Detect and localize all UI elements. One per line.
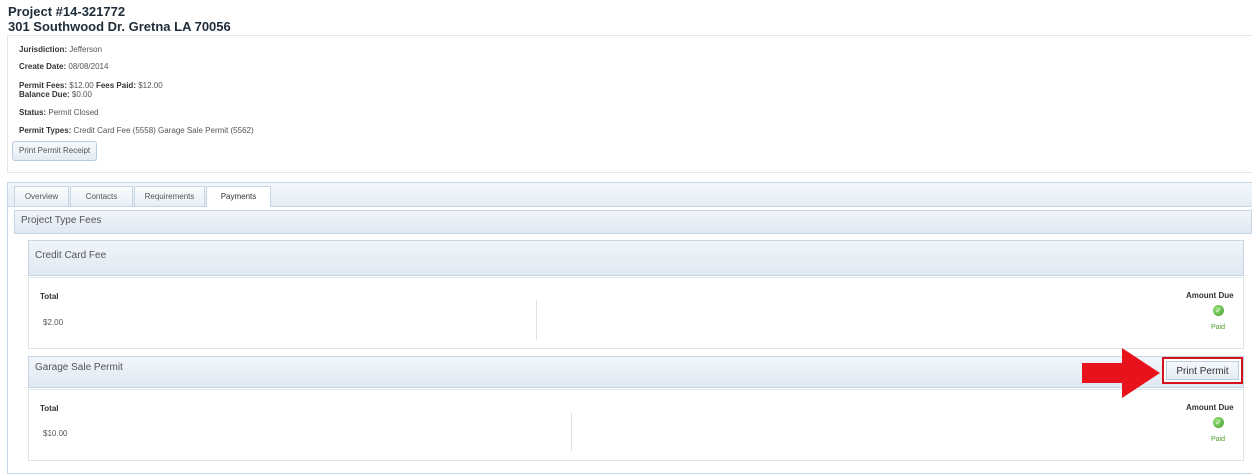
- permit-types-value: Credit Card Fee (5558) Garage Sale Permi…: [73, 126, 254, 135]
- create-date-value: 08/08/2014: [68, 62, 109, 71]
- balance-due-label: Balance Due:: [19, 90, 70, 99]
- tab-payments[interactable]: Payments: [206, 186, 271, 207]
- status-label: Status:: [19, 108, 47, 117]
- project-title: Project #14-321772 301 Southwood Dr. Gre…: [8, 4, 231, 34]
- divider: [571, 413, 572, 451]
- garage-sale-permit-header: Garage Sale Permit: [28, 356, 1244, 388]
- credit-card-amount-due-label: Amount Due: [1186, 291, 1234, 300]
- red-arrow-icon: [1082, 348, 1160, 398]
- permit-types-label: Permit Types:: [19, 126, 72, 135]
- permit-fees-value: $12.00: [69, 81, 94, 90]
- print-permit-button[interactable]: Print Permit: [1166, 361, 1239, 380]
- create-date-row: Create Date: 08/08/2014: [19, 62, 108, 71]
- garage-sale-amount-due-label: Amount Due: [1186, 403, 1234, 412]
- create-date-label: Create Date:: [19, 62, 67, 71]
- garage-sale-total-value: $10.00: [43, 429, 68, 438]
- balance-due-row: Balance Due: $0.00: [19, 90, 92, 99]
- permit-fees-label: Permit Fees:: [19, 81, 68, 90]
- print-permit-receipt-button[interactable]: Print Permit Receipt: [12, 141, 98, 161]
- check-circle-icon: ✓: [1213, 417, 1224, 428]
- credit-card-fee-body: [28, 277, 1244, 349]
- tab-requirements[interactable]: Requirements: [134, 186, 205, 206]
- tab-contacts[interactable]: Contacts: [70, 186, 133, 206]
- tab-overview[interactable]: Overview: [14, 186, 69, 206]
- garage-sale-paid-status: Paid: [1211, 436, 1226, 443]
- tab-strip: Overview Contacts Requirements Payments: [8, 183, 1252, 207]
- fees-paid-value: $12.00: [138, 81, 163, 90]
- permit-fees-row: Permit Fees: $12.00 Fees Paid: $12.00: [19, 81, 163, 90]
- credit-card-total-label: Total: [40, 292, 59, 301]
- project-number: Project #14-321772: [8, 4, 126, 19]
- credit-card-fee-header: Credit Card Fee: [28, 240, 1244, 276]
- fees-paid-label: Fees Paid:: [95, 81, 136, 90]
- garage-sale-total-label: Total: [40, 404, 59, 413]
- jurisdiction-value: Jefferson: [69, 45, 103, 54]
- divider: [536, 300, 537, 340]
- check-circle-icon: ✓: [1213, 305, 1224, 316]
- garage-sale-permit-body: [28, 389, 1244, 461]
- project-address: 301 Southwood Dr. Gretna LA 70056: [8, 19, 231, 34]
- permit-types-row: Permit Types: Credit Card Fee (5558) Gar…: [19, 126, 254, 135]
- project-info-panel: Jurisdiction: Jefferson Create Date: 08/…: [7, 35, 1252, 173]
- credit-card-paid-status: Paid: [1211, 324, 1226, 331]
- balance-due-value: $0.00: [71, 90, 92, 99]
- status-value: Permit Closed: [48, 108, 99, 117]
- credit-card-total-value: $2.00: [43, 318, 64, 327]
- project-type-fees-header: Project Type Fees: [14, 210, 1252, 234]
- jurisdiction-label: Jurisdiction:: [19, 45, 68, 54]
- jurisdiction-row: Jurisdiction: Jefferson: [19, 45, 102, 54]
- print-permit-highlight: Print Permit: [1162, 357, 1243, 384]
- status-row: Status: Permit Closed: [19, 108, 99, 117]
